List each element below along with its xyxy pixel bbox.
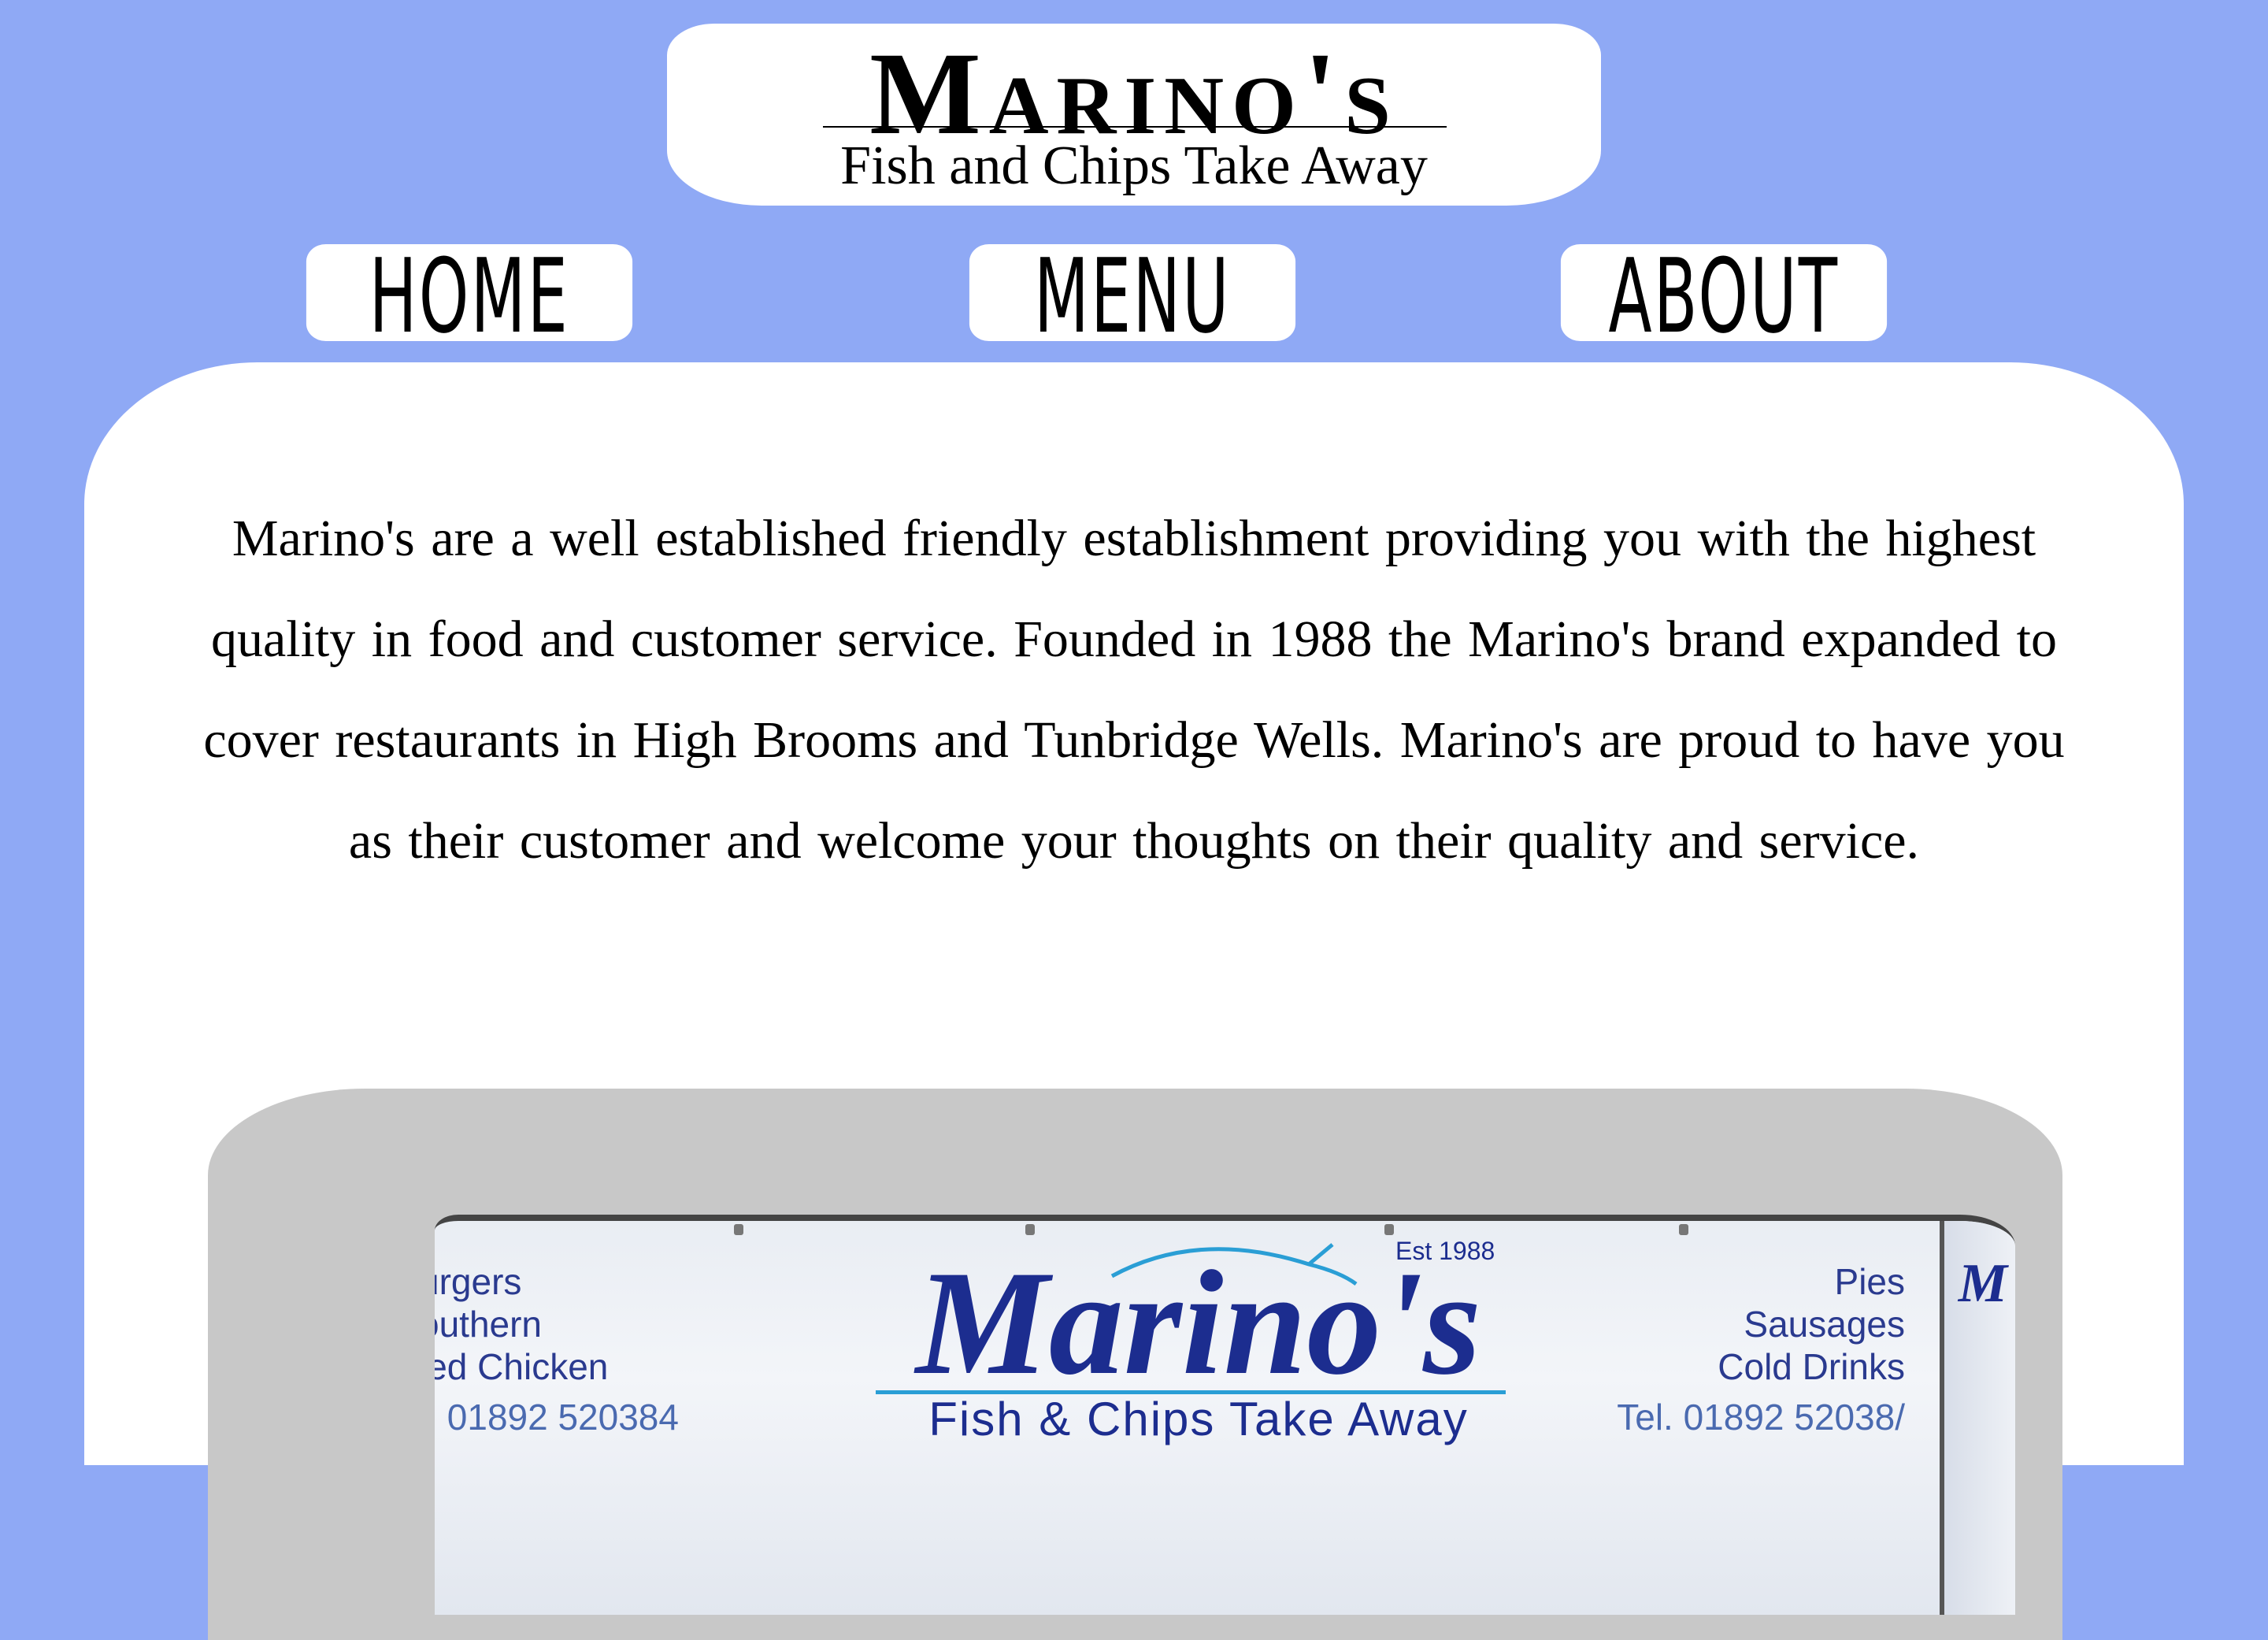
nav-home-label: HOME (369, 236, 570, 356)
sign-bolt (1679, 1224, 1688, 1235)
sign-bolt (1384, 1224, 1394, 1235)
shop-sign-photo: urgers outhern ied Chicken l. 01892 5203… (435, 1215, 2015, 1615)
nav-about-label: ABOUT (1608, 236, 1840, 356)
sign-phone-right: Tel. 01892 52038/ (1617, 1397, 1905, 1438)
sign-right-list: Pies Sausages Cold Drinks (1718, 1260, 1905, 1388)
nav-menu-button[interactable]: MENU (969, 244, 1296, 348)
site-subtitle: Fish and Chips Take Away (840, 135, 1428, 196)
sign-left-item: outhern (435, 1304, 543, 1345)
sign-bolt (734, 1224, 743, 1235)
shop-photo-frame: urgers outhern ied Chicken l. 01892 5203… (208, 1089, 2062, 1640)
nav-menu-label: MENU (1034, 236, 1231, 356)
nav-home-button[interactable]: HOME (306, 244, 633, 348)
sign-side-panel: M (1940, 1221, 2015, 1615)
sign-phone-left: l. 01892 520384 (435, 1397, 679, 1438)
sign-right-item: Sausages (1744, 1304, 1905, 1345)
sign-right-item: Cold Drinks (1718, 1346, 1905, 1387)
title-divider (823, 126, 1447, 128)
sign-right-item: Pies (1834, 1261, 1905, 1302)
sign-tagline: Fish & Chips Take Away (928, 1393, 1469, 1445)
intro-paragraph: Marino's are a well established friendly… (203, 510, 2065, 870)
sign-brand: Marino's (915, 1241, 1482, 1406)
sign-left-item: urgers (435, 1261, 522, 1302)
sign-left-item: ied Chicken (435, 1346, 609, 1387)
nav-about-button[interactable]: ABOUT (1560, 244, 1888, 348)
content-panel: Marino's are a well established friendly… (84, 362, 2184, 1640)
sign-side-logo: M (1958, 1253, 2007, 1314)
logo-box: Marino's Fish and Chips Take Away (667, 24, 1601, 206)
sign-bolt (1025, 1224, 1035, 1235)
sign-left-list: urgers outhern ied Chicken (435, 1260, 608, 1388)
